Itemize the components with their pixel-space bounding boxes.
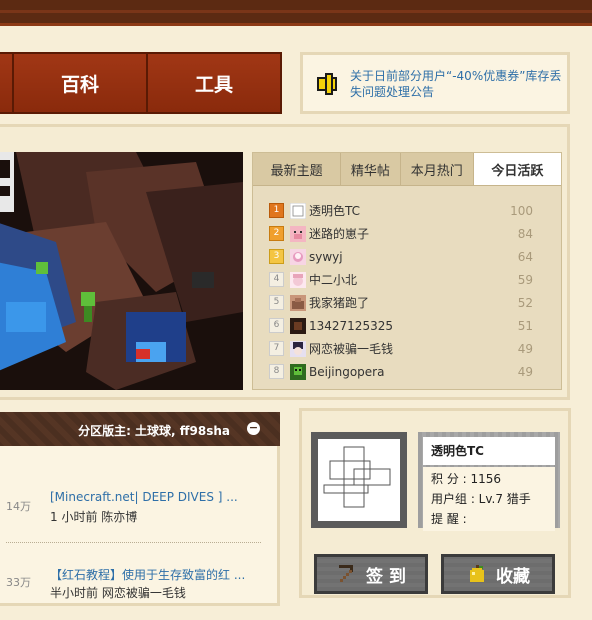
main-nav: 百科 工具 [0, 52, 282, 114]
collapse-icon[interactable]: − [247, 422, 260, 435]
rank-score: 64 [517, 249, 533, 264]
tab-label: 今日活跃 [491, 163, 544, 179]
divider [6, 542, 261, 543]
list-item[interactable]: 2 迷路的崽子 84 [269, 222, 549, 245]
rank-name: 13427125325 [309, 318, 393, 333]
section-moderators: 分区版主: 土球球, ff98sha [78, 424, 230, 438]
list-item[interactable]: 1 透明色TC 100 [269, 199, 549, 222]
user-stats: 积 分 : 1156 用户组 : Lv.7 猎手 提 醒 : [423, 467, 555, 531]
thread-title-link[interactable]: [Minecraft.net| DEEP DIVES ] ... [50, 490, 238, 504]
thread-count: 14万 [6, 500, 31, 513]
rank-score: 49 [517, 364, 533, 379]
banner-image [0, 152, 243, 390]
tab-digest[interactable]: 精华帖 [341, 153, 401, 185]
rank-score: 84 [517, 226, 533, 241]
tab-label: 精华帖 [350, 163, 390, 179]
rank-name: Beijingopera [309, 364, 385, 379]
nav-item-prev[interactable] [0, 54, 12, 112]
nav-item-tools[interactable]: 工具 [146, 54, 280, 112]
checkin-label: 签 到 [366, 566, 406, 587]
tab-label: 本月热门 [410, 163, 463, 179]
avatar-image [323, 446, 391, 508]
top-bar [0, 0, 592, 26]
avatar [290, 248, 306, 265]
favorite-button[interactable]: 收藏 [441, 554, 555, 594]
tab-label: 最新主题 [270, 163, 323, 179]
golden-apple-icon [470, 565, 484, 582]
hot-topics-panel: 最新主题 精华帖 本月热门 今日活跃 1 透明色TC 100 2 迷路的崽子 8… [252, 152, 562, 390]
rank-name: 中二小北 [309, 273, 358, 287]
list-item[interactable]: 4 中二小北 59 [269, 268, 549, 291]
nav-label: 百科 [60, 73, 99, 96]
user-avatar-frame[interactable] [311, 432, 407, 528]
thread-title-link[interactable]: 【红石教程】使用于生存致富的红 ... [50, 566, 245, 583]
thread-meta: 半小时前 网恋被骗一毛钱 [50, 586, 186, 600]
nav-item-wiki[interactable]: 百科 [12, 54, 146, 112]
pickaxe-icon [339, 565, 354, 582]
avatar [290, 294, 306, 311]
avatar [290, 317, 306, 334]
user-remind: 提 醒 : [431, 512, 467, 526]
user-points: 积 分 : 1156 [431, 472, 502, 486]
rank-number: 2 [269, 226, 284, 241]
forum-threads: 14万 [Minecraft.net| DEEP DIVES ] ... 1 小… [0, 446, 280, 606]
thread-meta: 1 小时前 陈亦博 [50, 510, 138, 524]
rank-number: 4 [269, 272, 284, 287]
list-item[interactable]: 5 我家猪跑了 52 [269, 291, 549, 314]
rank-name: sywyj [309, 249, 343, 264]
rank-number: 7 [269, 341, 284, 356]
rank-number: 3 [269, 249, 284, 264]
rank-name: 透明色TC [309, 204, 361, 218]
avatar [290, 225, 306, 242]
list-item[interactable]: 6 13427125325 51 [269, 314, 549, 337]
announcement-box: 关于日前部分用户“-40%优惠券”库存丢失问题处理公告 [300, 52, 570, 114]
announcement-link[interactable]: 关于日前部分用户“-40%优惠券”库存丢失问题处理公告 [350, 68, 565, 100]
rank-number: 5 [269, 295, 284, 310]
avatar [290, 271, 306, 288]
list-item[interactable]: 8 Beijingopera 49 [269, 360, 549, 383]
list-item[interactable]: 7 网恋被骗一毛钱 49 [269, 337, 549, 360]
speaker-icon [317, 73, 337, 95]
list-item[interactable]: 33万 【红石教程】使用于生存致富的红 ... 半小时前 网恋被骗一毛钱 [0, 560, 269, 620]
list-item[interactable]: 3 sywyj 64 [269, 245, 549, 268]
rank-score: 100 [510, 203, 533, 218]
user-info-card: 透明色TC 积 分 : 1156 用户组 : Lv.7 猎手 提 醒 : [418, 432, 560, 531]
avatar [318, 439, 400, 521]
featured-banner[interactable] [0, 152, 243, 390]
rank-name: 我家猪跑了 [309, 296, 370, 310]
favorite-label: 收藏 [496, 566, 530, 587]
rank-list: 1 透明色TC 100 2 迷路的崽子 84 3 sywyj 64 4 中二小北… [269, 199, 549, 383]
rank-score: 59 [517, 272, 533, 287]
thread-count: 33万 [6, 576, 31, 589]
tab-today-active[interactable]: 今日活跃 [473, 153, 561, 185]
avatar [290, 363, 306, 380]
tab-bar: 最新主题 精华帖 本月热门 今日活跃 [253, 153, 561, 186]
rank-name: 迷路的崽子 [309, 227, 370, 241]
username[interactable]: 透明色TC [423, 437, 555, 465]
rank-score: 49 [517, 341, 533, 356]
list-item[interactable]: 14万 [Minecraft.net| DEEP DIVES ] ... 1 小… [0, 484, 269, 544]
rank-number: 1 [269, 203, 284, 218]
rank-number: 8 [269, 364, 284, 379]
rank-score: 52 [517, 295, 533, 310]
rank-score: 51 [517, 318, 533, 333]
checkin-button[interactable]: 签 到 [314, 554, 428, 594]
nav-label: 工具 [194, 73, 233, 96]
tab-latest[interactable]: 最新主题 [253, 153, 342, 185]
avatar [290, 340, 306, 357]
rank-name: 网恋被骗一毛钱 [309, 342, 394, 356]
tab-monthly-hot[interactable]: 本月热门 [401, 153, 474, 185]
forum-header: 分区版主: 土球球, ff98sha − [0, 412, 280, 446]
rank-number: 6 [269, 318, 284, 333]
avatar [290, 202, 306, 219]
user-group: 用户组 : Lv.7 猎手 [431, 492, 531, 506]
